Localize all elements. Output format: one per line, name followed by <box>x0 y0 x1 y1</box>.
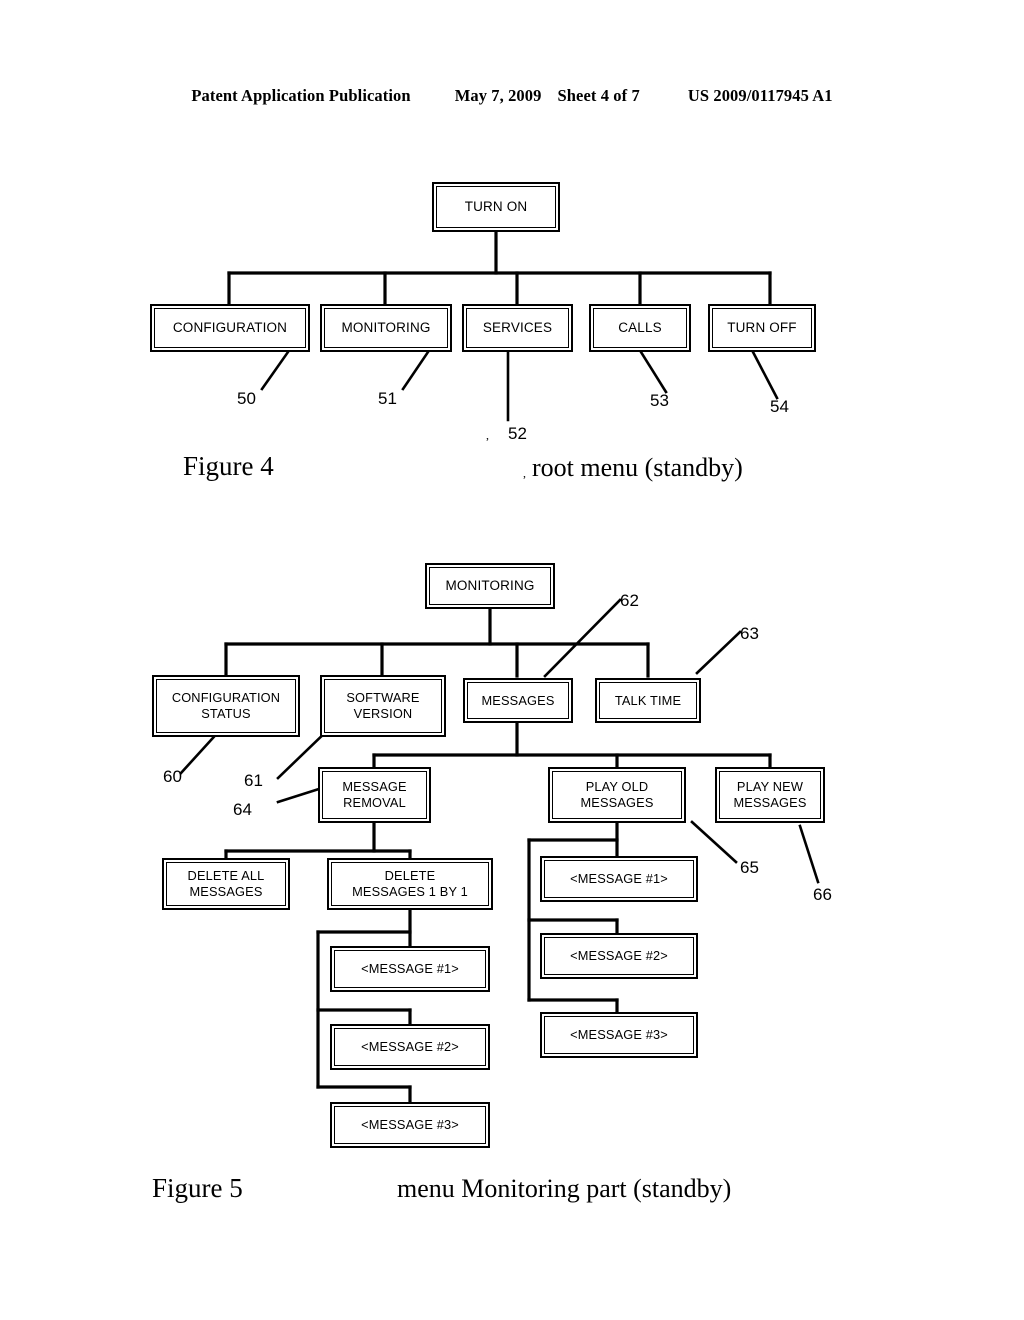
fig5-delete-chain-message-3-label: <MESSAGE #3> <box>334 1106 486 1144</box>
fig5-node-play-new-messages-label: PLAY NEW MESSAGES <box>719 771 821 819</box>
fig4-ref-50: 50 <box>237 389 256 408</box>
fig5-play-chain-message-2-label: <MESSAGE #2> <box>544 937 694 975</box>
fig5-ref-65: 65 <box>740 858 759 877</box>
fig4-node-configuration[interactable]: CONFIGURATION <box>150 304 310 352</box>
fig5-software-version-line1: SOFTWARE <box>346 690 420 706</box>
fig4-node-turn-on-label: TURN ON <box>436 186 556 228</box>
fig5-node-monitoring[interactable]: MONITORING <box>425 563 555 609</box>
fig5-node-delete-all-messages[interactable]: DELETE ALL MESSAGES <box>162 858 290 910</box>
fig5-ref-60: 60 <box>163 767 182 786</box>
fig5-play-chain-message-1-label: <MESSAGE #1> <box>544 860 694 898</box>
fig5-play-new-line2: MESSAGES <box>733 795 807 810</box>
fig4-node-services-label: SERVICES <box>466 308 569 348</box>
fig5-node-message-removal[interactable]: MESSAGE REMOVAL <box>318 767 431 823</box>
fig5-node-delete-chain-message-2[interactable]: <MESSAGE #2> <box>330 1024 490 1070</box>
fig5-node-configuration-status-label: CONFIGURATION STATUS <box>156 679 296 733</box>
fig5-ref-62: 62 <box>620 591 639 610</box>
fig5-play-chain-message-3-label: <MESSAGE #3> <box>544 1016 694 1054</box>
fig5-node-delete-all-messages-label: DELETE ALL MESSAGES <box>166 862 286 906</box>
fig4-node-calls-label: CALLS <box>593 308 687 348</box>
fig5-node-play-new-messages[interactable]: PLAY NEW MESSAGES <box>715 767 825 823</box>
fig5-play-old-line2: MESSAGES <box>580 795 654 810</box>
fig5-node-talk-time-label: TALK TIME <box>599 682 697 719</box>
fig5-node-talk-time[interactable]: TALK TIME <box>595 678 701 723</box>
fig4-node-turn-off[interactable]: TURN OFF <box>708 304 816 352</box>
fig5-node-play-chain-message-3[interactable]: <MESSAGE #3> <box>540 1012 698 1058</box>
fig4-subtitle: root menu (standby) <box>532 453 743 482</box>
fig5-message-removal-line1: MESSAGE <box>342 779 407 795</box>
fig5-node-delete-chain-message-3[interactable]: <MESSAGE #3> <box>330 1102 490 1148</box>
fig5-node-software-version[interactable]: SOFTWARE VERSION <box>320 675 446 737</box>
fig5-ref-66: 66 <box>813 885 832 904</box>
fig5-subtitle: menu Monitoring part (standby) <box>397 1174 732 1203</box>
fig5-node-play-old-messages-label: PLAY OLD MESSAGES <box>552 771 682 819</box>
fig5-play-old-line1: PLAY OLD <box>585 779 649 795</box>
fig5-delete-1by1-line1: DELETE <box>384 868 436 884</box>
fig4-node-monitoring[interactable]: MONITORING <box>320 304 452 352</box>
fig5-node-play-old-messages[interactable]: PLAY OLD MESSAGES <box>548 767 686 823</box>
fig5-configuration-status-line2: STATUS <box>201 706 251 721</box>
fig4-node-configuration-label: CONFIGURATION <box>154 308 306 348</box>
fig4-ref-52: 52 <box>508 424 527 443</box>
fig5-caption: Figure 5 <box>152 1173 243 1203</box>
fig4-ref-54: 54 <box>770 397 789 416</box>
fig5-ref-64: 64 <box>233 800 252 819</box>
fig4-node-turn-off-label: TURN OFF <box>712 308 812 348</box>
fig5-delete-chain-message-1-label: <MESSAGE #1> <box>334 950 486 988</box>
fig4-node-services[interactable]: SERVICES <box>462 304 573 352</box>
fig5-node-configuration-status[interactable]: CONFIGURATION STATUS <box>152 675 300 737</box>
fig4-node-calls[interactable]: CALLS <box>589 304 691 352</box>
fig4-subtitle-stray-mark: , <box>523 466 526 480</box>
fig4-node-monitoring-label: MONITORING <box>324 308 448 348</box>
fig5-node-message-removal-label: MESSAGE REMOVAL <box>322 771 427 819</box>
fig5-node-delete-chain-message-1[interactable]: <MESSAGE #1> <box>330 946 490 992</box>
fig4-ref-51: 51 <box>378 389 397 408</box>
fig5-delete-all-line2: MESSAGES <box>189 884 263 899</box>
fig4-caption: Figure 4 <box>183 451 274 481</box>
fig5-play-new-line1: PLAY NEW <box>736 779 804 795</box>
fig5-node-software-version-label: SOFTWARE VERSION <box>324 679 442 733</box>
fig5-message-removal-line2: REMOVAL <box>343 795 406 810</box>
fig5-delete-all-line1: DELETE ALL <box>187 868 265 884</box>
fig5-software-version-line2: VERSION <box>353 706 413 721</box>
fig5-delete-chain-message-2-label: <MESSAGE #2> <box>334 1028 486 1066</box>
fig5-ref-63: 63 <box>740 624 759 643</box>
fig5-node-messages-label: MESSAGES <box>467 682 569 719</box>
fig4-node-turn-on[interactable]: TURN ON <box>432 182 560 232</box>
fig5-node-play-chain-message-1[interactable]: <MESSAGE #1> <box>540 856 698 902</box>
fig5-node-play-chain-message-2[interactable]: <MESSAGE #2> <box>540 933 698 979</box>
fig5-node-monitoring-label: MONITORING <box>429 567 551 605</box>
fig5-node-messages[interactable]: MESSAGES <box>463 678 573 723</box>
fig5-configuration-status-line1: CONFIGURATION <box>171 690 281 706</box>
fig5-delete-1by1-line2: MESSAGES 1 BY 1 <box>352 884 468 899</box>
fig5-node-delete-messages-one-by-one[interactable]: DELETE MESSAGES 1 BY 1 <box>327 858 493 910</box>
fig4-ref-53: 53 <box>650 391 669 410</box>
fig5-node-delete-messages-one-by-one-label: DELETE MESSAGES 1 BY 1 <box>331 862 489 906</box>
fig5-ref-61: 61 <box>244 771 263 790</box>
fig4-stray-mark: , <box>486 428 489 442</box>
